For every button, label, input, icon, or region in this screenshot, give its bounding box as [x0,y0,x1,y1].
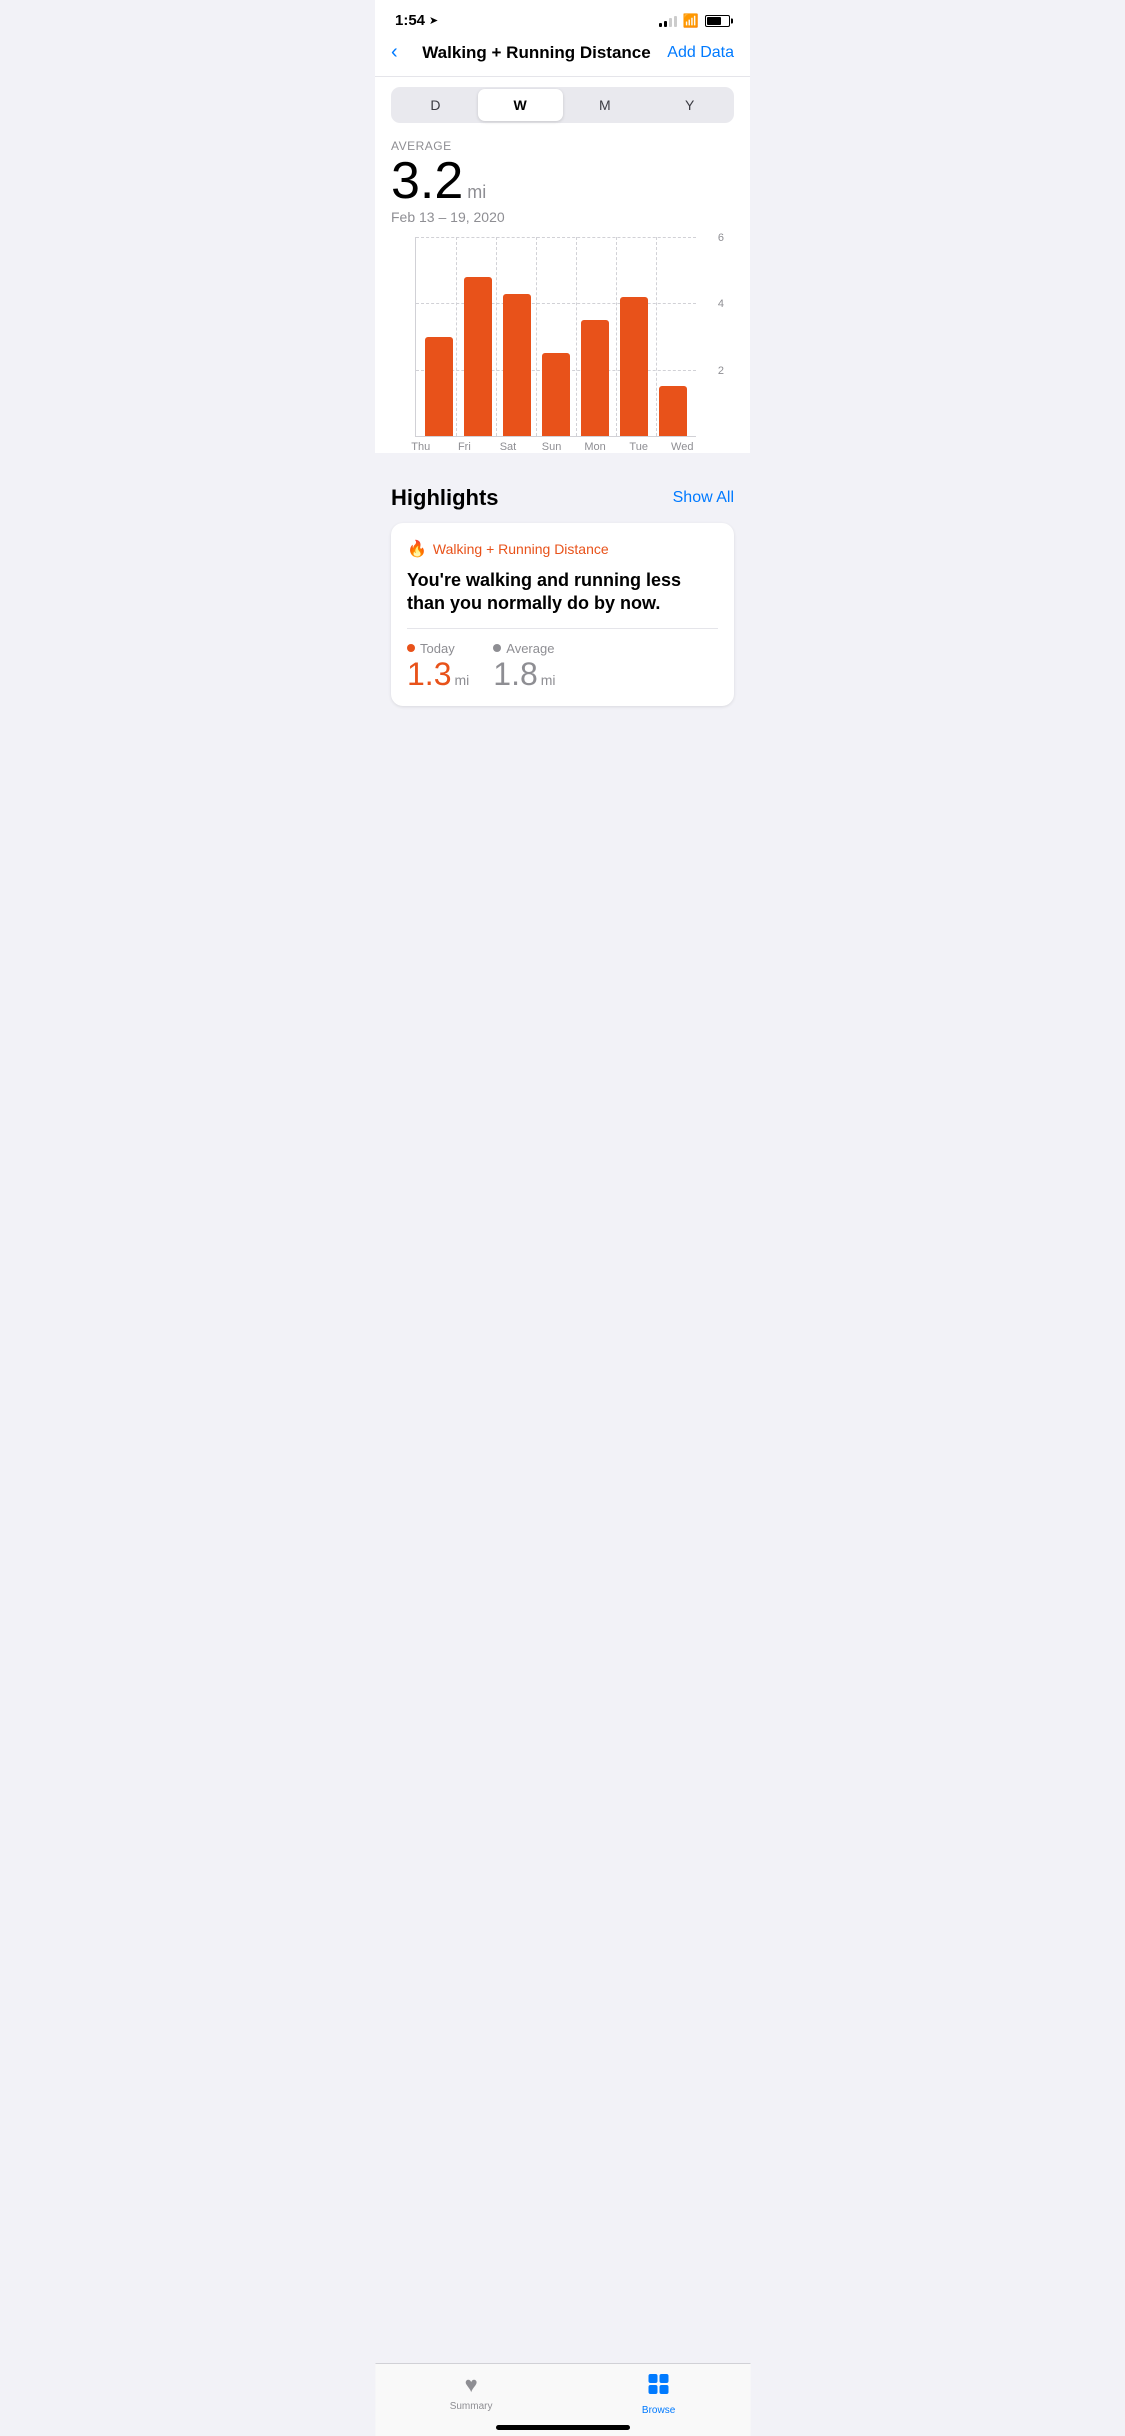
y-label-6: 6 [718,232,724,244]
tab-summary[interactable]: ♥ Summary [450,2372,493,2416]
x-label-sat: Sat [486,441,530,453]
average-label: Average [493,641,555,656]
today-unit: mi [454,672,469,688]
highlights-section: Highlights Show All 🔥 Walking + Running … [375,465,750,706]
segment-month[interactable]: M [563,89,648,121]
signal-bar-2 [664,21,667,27]
x-label-wed: Wed [660,441,704,453]
battery-fill [707,17,721,25]
stats-date: Feb 13 – 19, 2020 [391,209,734,225]
card-category: 🔥 Walking + Running Distance [407,539,718,559]
flame-icon: 🔥 [407,539,427,559]
x-label-fri: Fri [443,441,487,453]
x-label-thu: Thu [399,441,443,453]
stats-unit: mi [467,182,486,203]
segment-control: D W M Y [391,87,734,123]
segment-wrapper: D W M Y [375,77,750,135]
card-category-text: Walking + Running Distance [433,541,609,557]
average-dot [493,644,501,652]
average-value: 1.8 [493,658,537,690]
tab-browse-label: Browse [642,2405,675,2416]
stats-section: AVERAGE 3.2 mi Feb 13 – 19, 2020 [375,135,750,237]
signal-bars [659,15,677,27]
chart-area: 6 4 2 [415,237,696,437]
show-all-button[interactable]: Show All [673,489,734,507]
highlights-title: Highlights [391,485,499,511]
bar-mon [575,237,614,436]
signal-bar-1 [659,23,662,27]
y-label-4: 4 [718,298,724,310]
card-stat-today: Today 1.3 mi [407,641,469,690]
heart-icon: ♥ [465,2372,478,2398]
wifi-icon: 📶 [683,13,699,29]
x-label-mon: Mon [573,441,617,453]
segment-year[interactable]: Y [647,89,732,121]
card-stat-average: Average 1.8 mi [493,641,555,690]
stats-label: AVERAGE [391,139,734,153]
chart-x-labels: Thu Fri Sat Sun Mon Tue Wed [399,441,704,453]
browse-icon [647,2372,671,2402]
bar-thu [420,237,459,436]
stats-number: 3.2 [391,155,463,207]
today-dot [407,644,415,652]
bar-tue [614,237,653,436]
bars-wrapper [416,237,696,436]
bar-fri [459,237,498,436]
average-unit: mi [541,672,556,688]
signal-bar-3 [669,18,672,27]
highlights-header: Highlights Show All [391,485,734,511]
y-label-2: 2 [718,365,724,377]
card-stats: Today 1.3 mi Average 1.8 mi [407,641,718,690]
today-value: 1.3 [407,658,451,690]
add-data-button[interactable]: Add Data [667,44,734,62]
status-icons: 📶 [659,13,730,29]
highlight-card: 🔥 Walking + Running Distance You're walk… [391,523,734,706]
tab-browse[interactable]: Browse [642,2372,675,2416]
bar-sat [498,237,537,436]
stats-value: 3.2 mi [391,155,734,207]
status-bar: 1:54 ➤ 📶 [375,0,750,33]
status-time: 1:54 [395,12,425,29]
tab-summary-label: Summary [450,2401,493,2412]
nav-header: ‹ Walking + Running Distance Add Data [375,33,750,77]
location-icon: ➤ [429,14,438,27]
signal-bar-4 [674,16,677,27]
chart-container: 6 4 2 [375,237,750,453]
home-indicator [496,2425,630,2430]
battery-icon [705,15,730,27]
x-label-tue: Tue [617,441,661,453]
bar-wed [653,237,692,436]
back-button[interactable]: ‹ [391,41,398,64]
segment-day[interactable]: D [393,89,478,121]
card-message: You're walking and running less than you… [407,569,718,629]
page-title: Walking + Running Distance [406,43,668,63]
segment-week[interactable]: W [478,89,563,121]
x-label-sun: Sun [530,441,574,453]
today-label: Today [407,641,469,656]
bar-sun [537,237,576,436]
